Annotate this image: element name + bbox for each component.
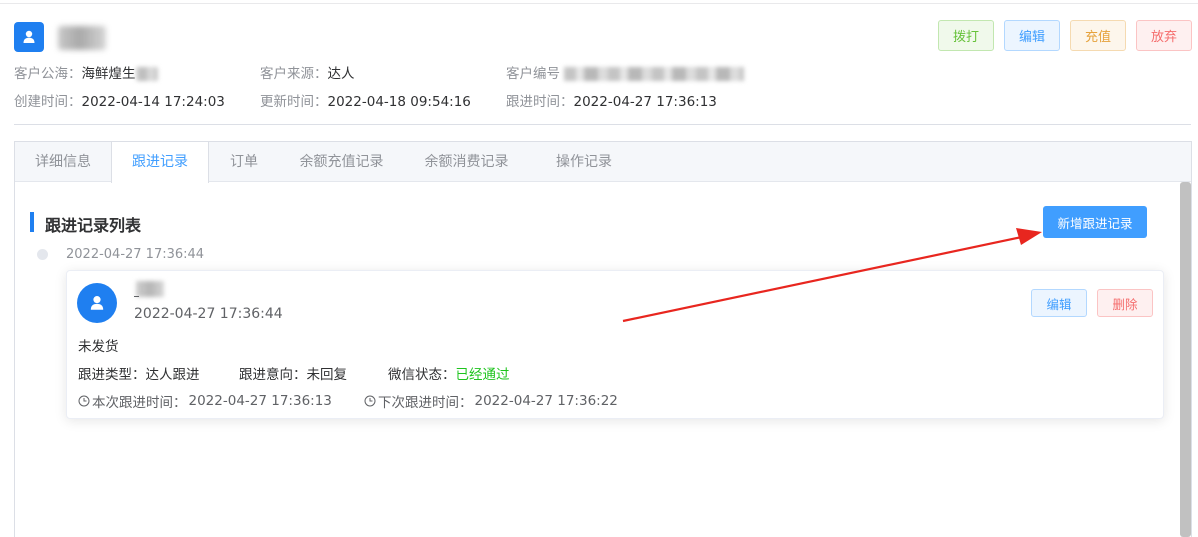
created-time: 创建时间：2022-04-14 17:24:03	[14, 94, 225, 110]
record-next-time: 下次跟进时间： 2022-04-27 17:36:22	[364, 391, 618, 411]
record-type: 跟进类型：达人跟进	[78, 367, 200, 383]
record-intent: 跟进意向：未回复	[239, 367, 347, 383]
edit-customer-button[interactable]: 编辑	[1004, 20, 1060, 51]
add-follow-record-button[interactable]: 新增跟进记录	[1043, 206, 1147, 238]
tab-follow-records[interactable]: 跟进记录	[111, 142, 209, 183]
customer-id: 客户编号	[506, 62, 745, 82]
customer-avatar	[14, 22, 44, 52]
abandon-button[interactable]: 放弃	[1136, 20, 1192, 51]
customer-pool: 客户公海：海鲜煌生	[14, 62, 158, 82]
tab-bar: 详细信息 跟进记录 订单 余额充值记录 余额消费记录 操作记录	[15, 142, 1191, 183]
edit-record-button[interactable]: 编辑	[1031, 289, 1087, 317]
record-author-redacted	[136, 281, 164, 297]
record-wechat-status: 微信状态：已经通过	[388, 367, 510, 383]
redacted-text	[135, 67, 158, 81]
tab-consumption-records[interactable]: 余额消费记录	[404, 142, 529, 182]
user-icon	[90, 296, 104, 310]
followed-time: 跟进时间：2022-04-27 17:36:13	[506, 94, 717, 110]
record-time: 2022-04-27 17:36:44	[134, 306, 283, 322]
header-divider	[14, 124, 1191, 125]
tab-details[interactable]: 详细信息	[15, 142, 111, 182]
tab-recharge-records[interactable]: 余额充值记录	[279, 142, 404, 182]
call-button[interactable]: 拨打	[938, 20, 994, 51]
clock-icon	[78, 395, 90, 407]
timeline-timestamp: 2022-04-27 17:36:44	[66, 247, 205, 262]
record-author-underscore	[134, 296, 139, 297]
customer-pool-value: 海鲜煌生	[81, 66, 136, 82]
tab-operation-records[interactable]: 操作记录	[529, 142, 639, 182]
customer-id-redacted	[564, 67, 745, 81]
section-title: 跟进记录列表	[45, 216, 142, 235]
vertical-scrollbar[interactable]	[1180, 182, 1191, 537]
delete-record-button[interactable]: 删除	[1097, 289, 1153, 317]
section-accent-bar	[30, 212, 34, 232]
customer-source: 客户来源：达人	[260, 66, 355, 82]
clock-icon	[364, 395, 376, 407]
updated-time: 更新时间：2022-04-18 09:54:16	[260, 94, 471, 110]
record-avatar	[77, 283, 117, 323]
timeline-dot	[37, 249, 48, 260]
recharge-button[interactable]: 充值	[1070, 20, 1126, 51]
customer-name-redacted	[58, 26, 106, 50]
tab-orders[interactable]: 订单	[209, 142, 279, 182]
user-icon	[23, 30, 35, 43]
top-border	[0, 3, 1198, 4]
record-this-time: 本次跟进时间： 2022-04-27 17:36:13	[78, 391, 332, 411]
wechat-status-badge: 已经通过	[455, 367, 510, 383]
record-content: 未发货	[78, 339, 119, 355]
